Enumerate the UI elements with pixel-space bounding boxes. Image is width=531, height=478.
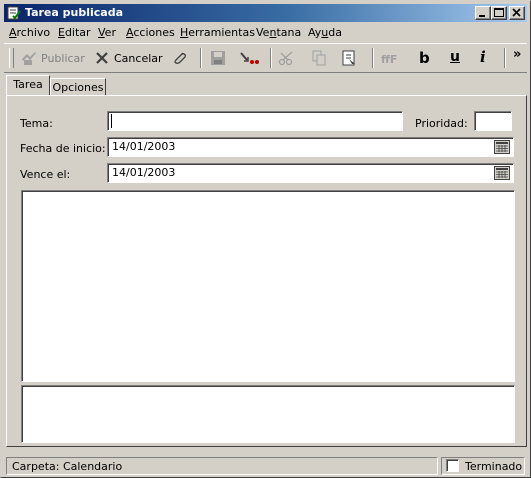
- minimize-button[interactable]: [475, 6, 491, 20]
- prioridad-input[interactable]: [474, 111, 512, 131]
- task-window: Tarea publicada Archivo Editar Ver Accio…: [0, 0, 531, 478]
- terminado-label: Terminado: [465, 460, 523, 473]
- paste-icon: [342, 50, 355, 66]
- fecha-inicio-field[interactable]: 14/01/2003: [107, 137, 514, 157]
- calendar-icon[interactable]: [494, 140, 510, 154]
- menu-ver[interactable]: Ver: [98, 26, 116, 40]
- fecha-inicio-value: 14/01/2003: [112, 140, 176, 153]
- window-title: Tarea publicada: [25, 6, 124, 19]
- close-icon: [512, 8, 521, 17]
- menu-herramientas[interactable]: Herramientas: [180, 26, 255, 40]
- toolbar-overflow-button[interactable]: »: [511, 47, 525, 69]
- toolbar-grip[interactable]: [9, 48, 14, 68]
- tab-panel-tarea: Tema: Prioridad: Fecha de inicio: 14/01/…: [6, 95, 527, 447]
- save-disk-icon: [211, 51, 225, 65]
- menu-acciones[interactable]: Acciones: [126, 26, 175, 40]
- underline-icon: u: [450, 49, 460, 65]
- vence-field[interactable]: 14/01/2003: [107, 163, 514, 183]
- calendar-icon[interactable]: [494, 166, 510, 180]
- copy-button[interactable]: [311, 47, 331, 69]
- paste-button[interactable]: [341, 47, 361, 69]
- save-button[interactable]: [209, 47, 229, 69]
- tab-tarea-label: Tarea: [13, 78, 43, 91]
- status-bar: Carpeta: Calendario Terminado: [4, 456, 527, 476]
- attach-button[interactable]: [171, 47, 191, 69]
- publicar-label: Publicar: [41, 52, 85, 65]
- font-size-icon: ffF: [381, 53, 397, 66]
- underline-button[interactable]: u: [447, 47, 463, 69]
- menu-editar[interactable]: Editar: [58, 26, 91, 40]
- cancel-x-icon: [96, 52, 108, 64]
- tema-label: Tema:: [20, 117, 53, 130]
- cut-button[interactable]: [278, 47, 298, 69]
- terminado-checkbox[interactable]: [446, 459, 459, 472]
- maximize-button[interactable]: [491, 6, 507, 20]
- menu-ayuda[interactable]: Ayuda: [308, 26, 342, 40]
- font-button[interactable]: ffF: [381, 47, 405, 69]
- tab-strip: Tarea Opciones: [4, 75, 527, 97]
- cancelar-button[interactable]: Cancelar: [94, 47, 163, 69]
- toolbar-separator: [270, 48, 272, 68]
- minimize-icon: [479, 15, 485, 17]
- menu-archivo[interactable]: Archivo: [9, 26, 50, 40]
- toolbar-separator: [200, 48, 202, 68]
- status-pane-terminado: Terminado: [441, 457, 525, 475]
- status-pane-folder: Carpeta: Calendario: [6, 457, 438, 475]
- notes-textarea[interactable]: [21, 190, 515, 382]
- italic-icon: i: [480, 48, 486, 66]
- vence-value: 14/01/2003: [112, 166, 176, 179]
- publicar-button[interactable]: Publicar: [20, 47, 85, 69]
- italic-button[interactable]: i: [477, 47, 493, 69]
- assign-task-button[interactable]: [238, 47, 262, 69]
- tema-input[interactable]: [107, 111, 403, 131]
- toolbar: Publicar Cancelar ffF b u i »: [4, 43, 527, 73]
- tab-tarea[interactable]: Tarea: [6, 75, 50, 95]
- toolbar-separator: [504, 48, 506, 68]
- vence-label: Vence el:: [20, 168, 71, 181]
- text-cursor: [111, 114, 112, 128]
- title-bar[interactable]: Tarea publicada: [4, 4, 527, 22]
- close-button[interactable]: [509, 6, 525, 20]
- toolbar-separator: [372, 48, 374, 68]
- details-textarea[interactable]: [21, 385, 515, 443]
- svg-text:ffF: ffF: [381, 53, 397, 66]
- chevron-right-icon: »: [513, 47, 522, 62]
- task-icon: [7, 6, 21, 20]
- copy-icon: [312, 50, 326, 66]
- menu-bar: Archivo Editar Ver Acciones Herramientas…: [4, 24, 527, 42]
- publish-icon: [22, 52, 36, 65]
- maximize-icon: [494, 8, 504, 17]
- prioridad-label: Prioridad:: [415, 117, 468, 130]
- menu-ventana[interactable]: Ventana: [256, 26, 301, 40]
- cancelar-label: Cancelar: [114, 52, 163, 65]
- carpeta-status: Carpeta: Calendario: [12, 460, 123, 473]
- bold-icon: b: [419, 49, 430, 67]
- assign-task-icon: [240, 52, 259, 64]
- tab-opciones[interactable]: Opciones: [50, 78, 106, 96]
- paperclip-icon: [174, 52, 186, 64]
- bold-button[interactable]: b: [416, 47, 432, 69]
- fecha-inicio-label: Fecha de inicio:: [20, 142, 106, 155]
- tab-opciones-label: Opciones: [52, 81, 104, 94]
- scissors-icon: [278, 51, 293, 66]
